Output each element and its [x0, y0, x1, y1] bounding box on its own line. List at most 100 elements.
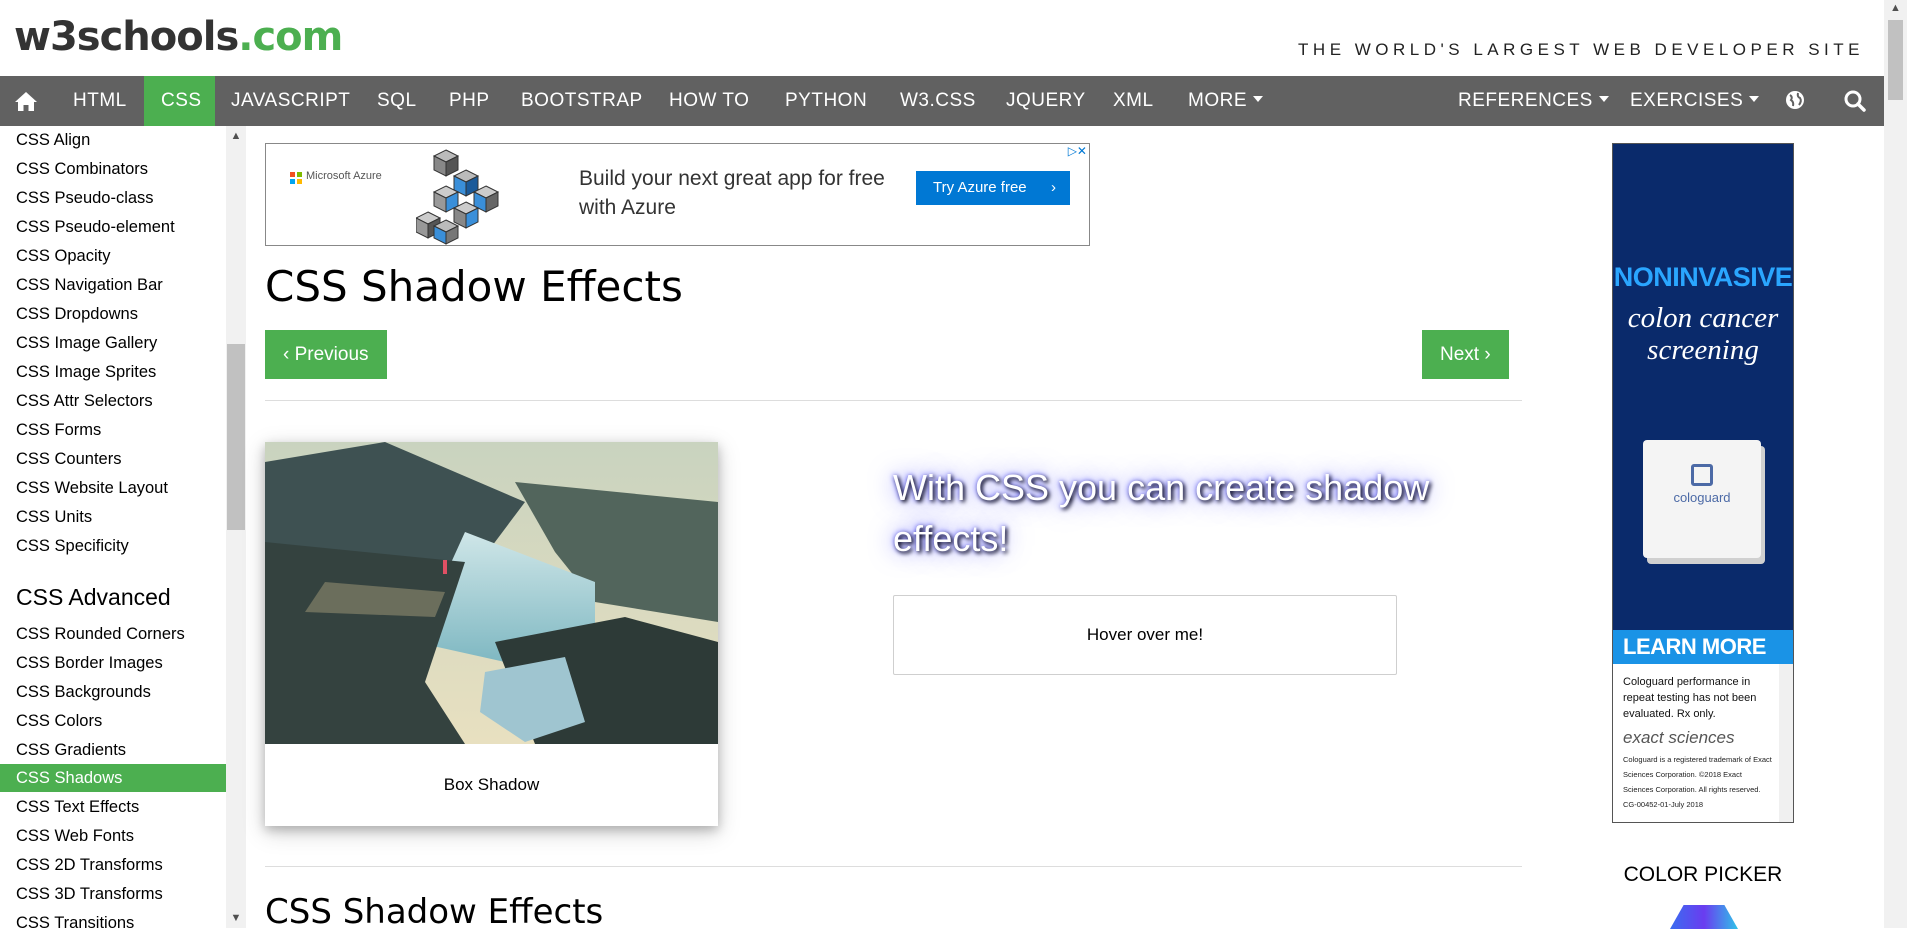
sidebar-heading-css-advanced: CSS Advanced	[16, 584, 171, 610]
sidebar-item-css-align[interactable]: CSS Align	[0, 126, 226, 154]
ad-right-headline: NONINVASIVE	[1613, 262, 1793, 292]
exact-sciences-logo: exact sciences	[1623, 728, 1735, 747]
shadow-text-demo: With CSS you can create shadow effects!	[893, 467, 1430, 559]
sidebar-item-css-3d-transforms[interactable]: CSS 3D Transforms	[0, 880, 226, 908]
sidebar-item-css-units[interactable]: CSS Units	[0, 503, 226, 531]
nav-more[interactable]: MORE	[1171, 76, 1280, 126]
chevron-left-icon: ‹	[283, 344, 290, 365]
nav-html[interactable]: HTML	[56, 76, 144, 126]
chevron-right-icon: ›	[1051, 179, 1056, 196]
nav-howto[interactable]: HOW TO	[652, 76, 766, 126]
sidebar-item-css-forms[interactable]: CSS Forms	[0, 416, 226, 444]
azure-ad-banner[interactable]: Microsoft Azure Build your next great ap…	[265, 143, 1090, 246]
nav-sql[interactable]: SQL	[360, 76, 434, 126]
site-header: w3schools.com THE WORLD'S LARGEST WEB DE…	[0, 0, 1884, 76]
sidebar-scroll-thumb[interactable]	[227, 344, 245, 530]
page-title: CSS Shadow Effects	[265, 262, 683, 311]
sidebar-item-css-image-sprites[interactable]: CSS Image Sprites	[0, 358, 226, 386]
sidebar-item-css-website-layout[interactable]: CSS Website Layout	[0, 474, 226, 502]
nav-python[interactable]: PYTHON	[768, 76, 884, 126]
nav-exercises[interactable]: EXERCISES	[1613, 76, 1776, 126]
section-title: CSS Shadow Effects	[265, 892, 604, 932]
nav-javascript[interactable]: JAVASCRIPT	[214, 76, 367, 126]
page-scroll-thumb[interactable]	[1888, 20, 1903, 100]
sidebar-item-css-image-gallery[interactable]: CSS Image Gallery	[0, 329, 226, 357]
sidebar-item-css-dropdowns[interactable]: CSS Dropdowns	[0, 300, 226, 328]
ad-fine-print: Cologuard performance in repeat testing …	[1613, 664, 1793, 822]
sidebar-item-css-backgrounds[interactable]: CSS Backgrounds	[0, 678, 226, 706]
nav-references-label: REFERENCES	[1458, 90, 1593, 111]
nav-css[interactable]: CSS	[144, 76, 215, 126]
color-picker-heading: COLOR PICKER	[1623, 863, 1783, 886]
chevron-right-icon: ›	[1484, 344, 1491, 365]
home-icon	[15, 92, 37, 111]
sidebar-item-css-combinators[interactable]: CSS Combinators	[0, 155, 226, 183]
translate-button[interactable]	[1772, 76, 1818, 126]
sidebar-item-css-gradients[interactable]: CSS Gradients	[0, 736, 226, 764]
logo-text: w3schools	[14, 14, 239, 60]
learn-more-label: LEARN MORE	[1623, 634, 1766, 659]
sidebar-scrollbar[interactable]: ▲ ▼	[226, 126, 246, 928]
nav-exercises-label: EXERCISES	[1630, 90, 1744, 111]
globe-icon	[1786, 91, 1804, 109]
sidebar-item-css-border-images[interactable]: CSS Border Images	[0, 649, 226, 677]
scroll-up-icon[interactable]: ▲	[1884, 2, 1907, 14]
ad-disclaimer: Cologuard performance in repeat testing …	[1623, 676, 1757, 720]
logo-suffix: .com	[238, 14, 343, 60]
ad-brand: Microsoft Azure	[306, 170, 382, 182]
hover-demo-box[interactable]: Hover over me!	[893, 595, 1397, 675]
sidebar-item-css-pseudo-class[interactable]: CSS Pseudo-class	[0, 184, 226, 212]
microsoft-logo-icon	[290, 172, 302, 184]
sidebar-item-css-pseudo-element[interactable]: CSS Pseudo-element	[0, 213, 226, 241]
color-picker-icon[interactable]	[1670, 905, 1738, 929]
site-tagline: THE WORLD'S LARGEST WEB DEVELOPER SITE	[1298, 40, 1864, 59]
try-azure-button[interactable]: Try Azure free ›	[916, 171, 1070, 205]
sidebar-item-css-opacity[interactable]: CSS Opacity	[0, 242, 226, 270]
divider	[265, 866, 1522, 867]
box-shadow-card: Box Shadow	[265, 442, 718, 826]
sidebar-item-css-attr-selectors[interactable]: CSS Attr Selectors	[0, 387, 226, 415]
scroll-down-icon[interactable]: ▼	[226, 910, 246, 926]
caret-down-icon	[1253, 95, 1263, 102]
cubes-illustration	[416, 149, 500, 245]
search-button[interactable]	[1830, 76, 1880, 126]
sidebar-item-css-transitions[interactable]: CSS Transitions	[0, 909, 226, 928]
product-box-image: cologuard	[1643, 440, 1761, 558]
nav-php[interactable]: PHP	[432, 76, 507, 126]
next-label: Next	[1440, 344, 1480, 365]
sidebar-item-css-web-fonts[interactable]: CSS Web Fonts	[0, 822, 226, 850]
nav-jquery[interactable]: JQUERY	[989, 76, 1103, 126]
cologuard-ad[interactable]: NONINVASIVE colon cancer screening colog…	[1612, 143, 1794, 823]
nav-w3css[interactable]: W3.CSS	[883, 76, 993, 126]
ad-choices-icon[interactable]: ▷✕	[1068, 144, 1087, 158]
sidebar-item-css-shadows[interactable]: CSS Shadows	[0, 764, 226, 792]
try-azure-label: Try Azure free	[933, 179, 1027, 196]
home-button[interactable]	[0, 76, 52, 126]
card-caption: Box Shadow	[443, 775, 540, 794]
sidebar-item-css-specificity[interactable]: CSS Specificity	[0, 532, 226, 560]
learn-more-button[interactable]: LEARN MORE ❯❯	[1613, 630, 1793, 693]
nav-bootstrap[interactable]: BOOTSTRAP	[504, 76, 660, 126]
sidebar-item-css-text-effects[interactable]: CSS Text Effects	[0, 793, 226, 821]
search-icon	[1844, 90, 1866, 112]
nav-xml[interactable]: XML	[1096, 76, 1171, 126]
ad-headline: Build your next great app for free with …	[579, 167, 885, 219]
previous-button[interactable]: ‹ Previous	[265, 330, 387, 379]
sidebar-item-css-counters[interactable]: CSS Counters	[0, 445, 226, 473]
sidebar-item-css-rounded-corners[interactable]: CSS Rounded Corners	[0, 620, 226, 648]
sidebar-nav: CSS Align CSS Combinators CSS Pseudo-cla…	[0, 126, 226, 928]
ad-scrollbar[interactable]	[1779, 664, 1793, 822]
scroll-up-icon[interactable]: ▲	[226, 128, 246, 144]
sidebar-item-css-colors[interactable]: CSS Colors	[0, 707, 226, 735]
fjord-image	[265, 442, 718, 744]
sidebar-item-css-2d-transforms[interactable]: CSS 2D Transforms	[0, 851, 226, 879]
nav-references[interactable]: REFERENCES	[1441, 76, 1626, 126]
ad-legal: Cologuard is a registered trademark of E…	[1623, 755, 1772, 809]
previous-label: Previous	[294, 344, 369, 365]
site-logo[interactable]: w3schools.com	[14, 14, 343, 60]
page-scrollbar[interactable]: ▲	[1884, 0, 1907, 928]
sidebar-item-css-navigation-bar[interactable]: CSS Navigation Bar	[0, 271, 226, 299]
ad-product: cologuard	[1673, 490, 1731, 505]
divider	[265, 400, 1522, 401]
next-button[interactable]: Next ›	[1422, 330, 1509, 379]
